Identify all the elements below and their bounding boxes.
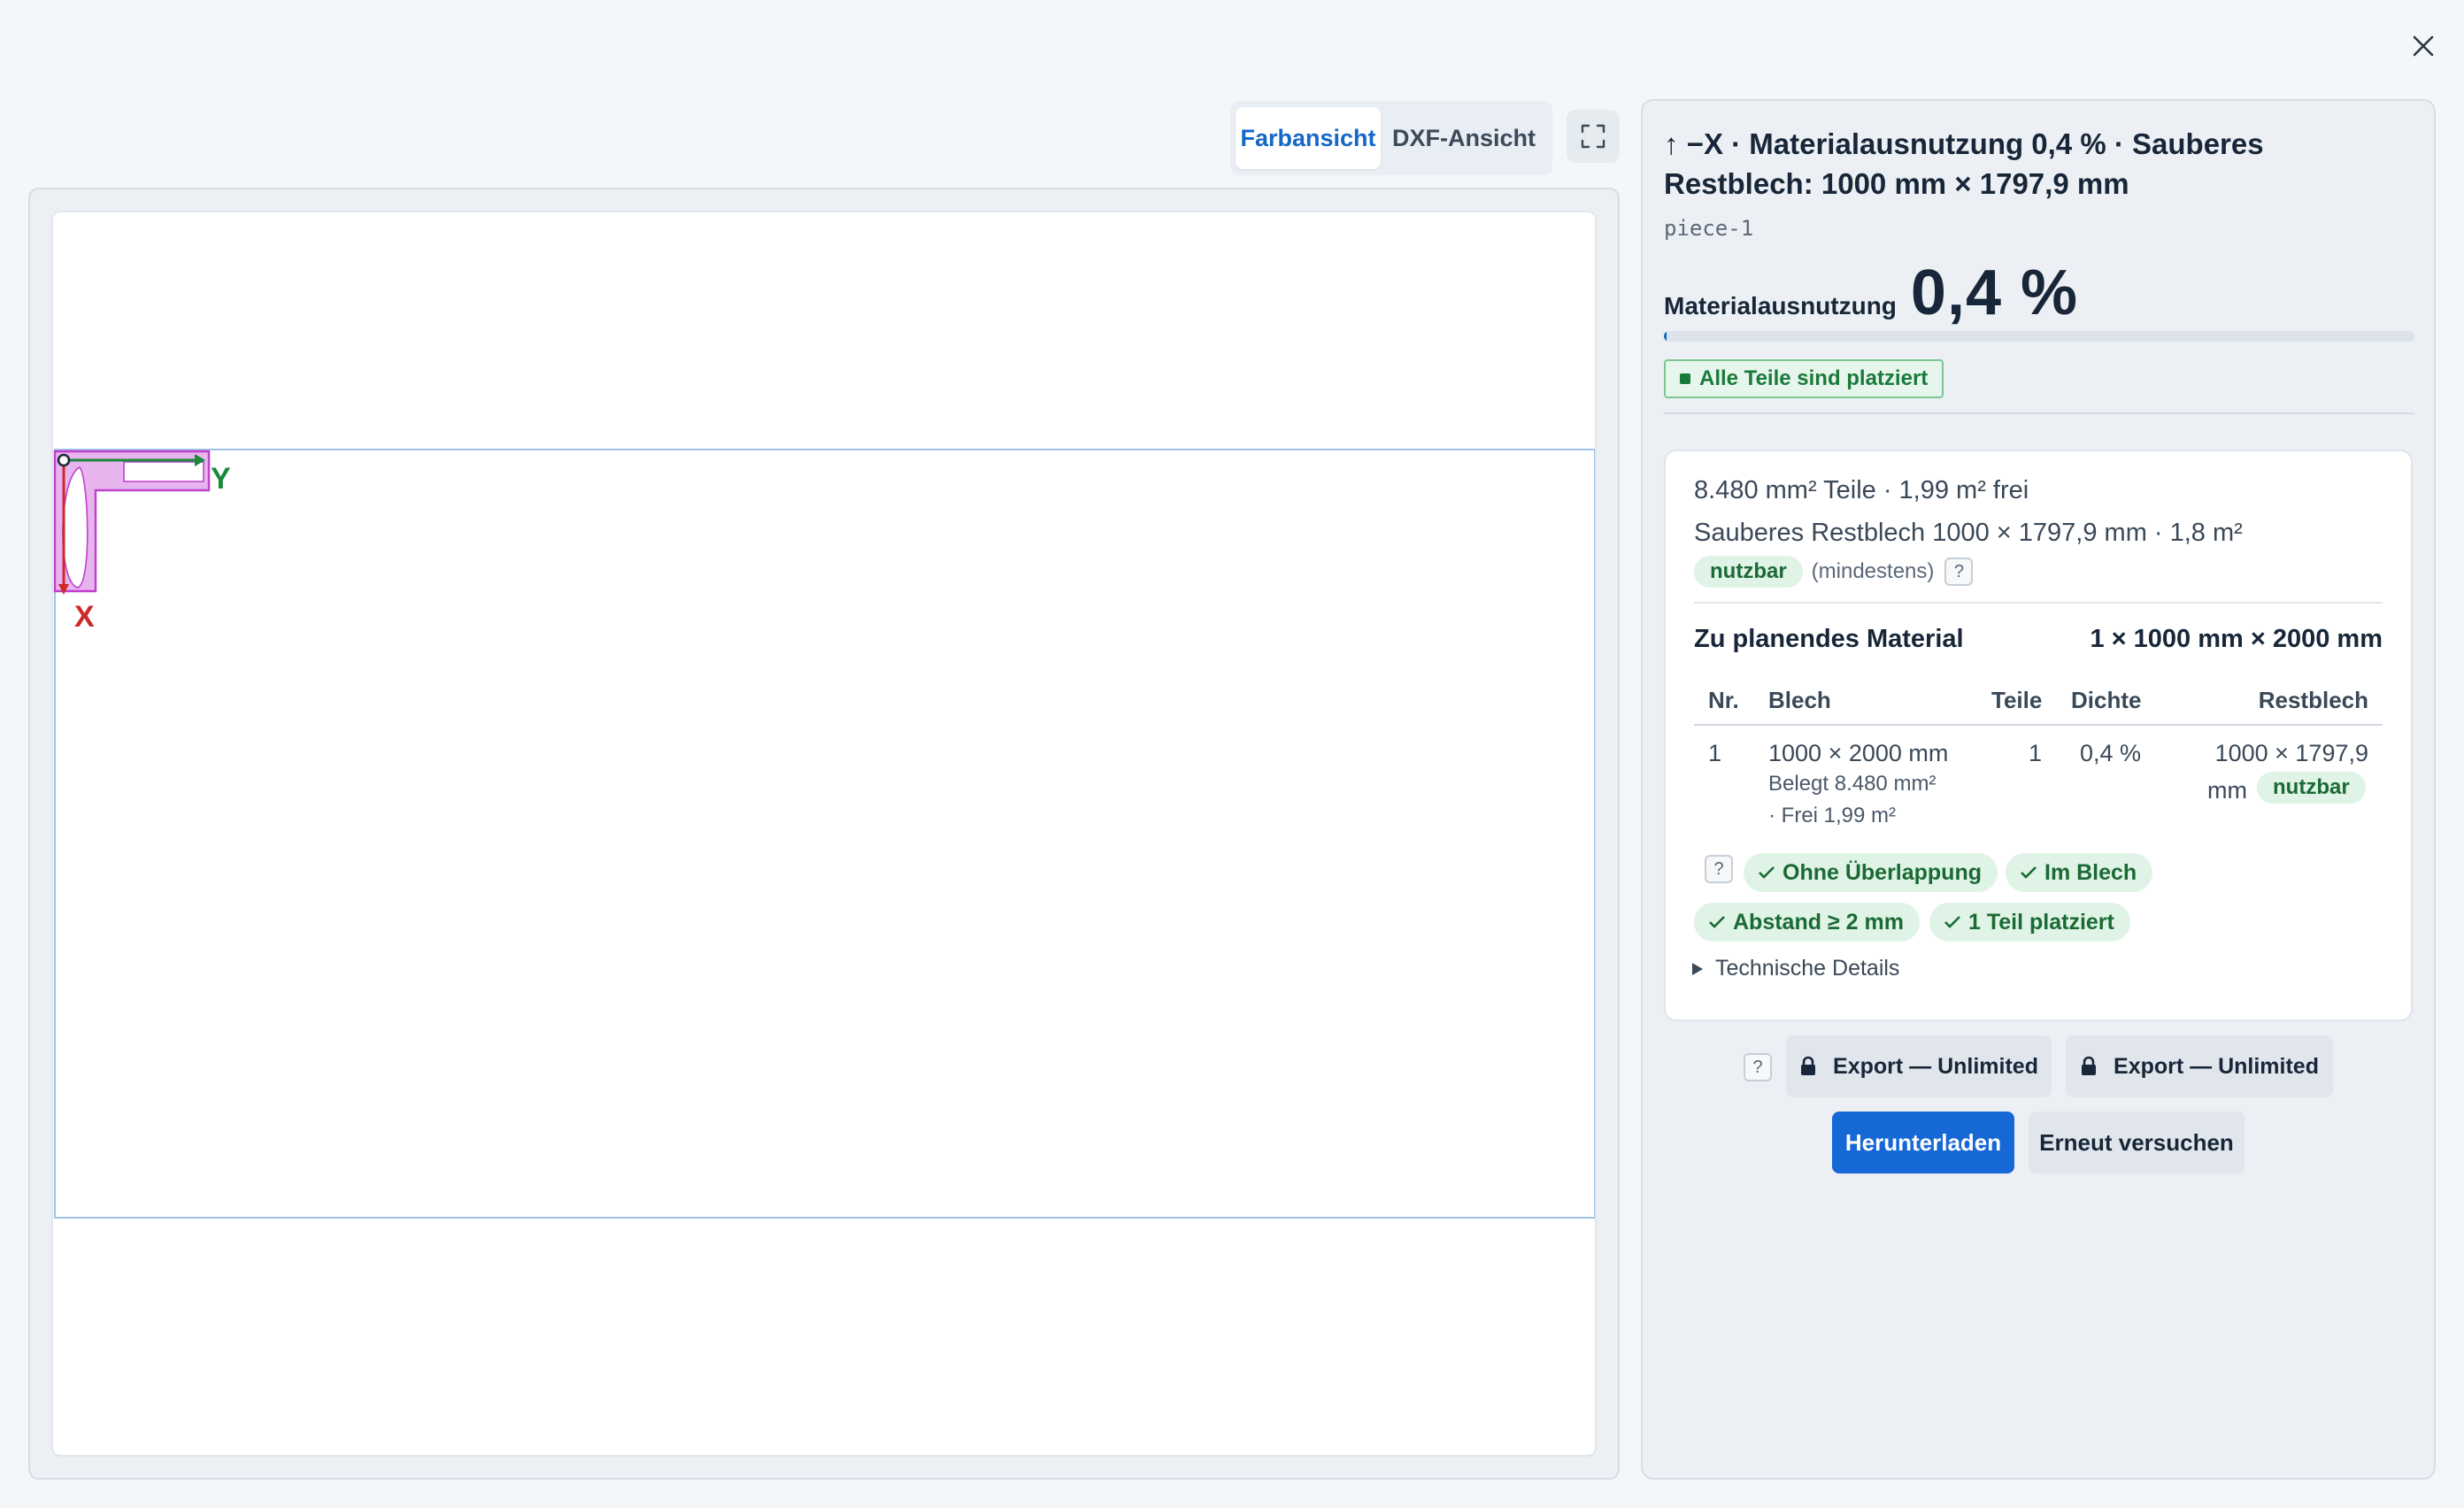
utilization-row: Materialausnutzung 0,4 % (1664, 257, 2078, 329)
status-badge: Alle Teile sind platziert (1664, 359, 1944, 398)
part-inner-contour (123, 461, 204, 482)
checks-help-button[interactable]: ? (1705, 855, 1733, 883)
lock-icon (2080, 1056, 2098, 1077)
export-help-button[interactable]: ? (1744, 1053, 1772, 1081)
row-remnant-unit: mm (2207, 777, 2247, 804)
triangle-right-icon (1692, 962, 1703, 975)
row-free: · Frei 1,99 m² (1768, 804, 1897, 827)
table-header-sheet: Blech (1768, 687, 1831, 713)
row-sheet: 1000 × 2000 mm (1768, 740, 1949, 766)
divider (1694, 602, 2383, 604)
retry-button[interactable]: Erneut versuchen (2029, 1112, 2245, 1173)
axis-x-label: X (74, 600, 95, 634)
fullscreen-icon (1581, 124, 1605, 149)
usable-badge: nutzbar (1694, 556, 1803, 588)
usable-row: nutzbar (mindestens) ? (1694, 556, 1974, 588)
table-divider (1694, 724, 2383, 726)
divider (1664, 412, 2414, 414)
row-parts: 1 (2029, 740, 2043, 766)
row-density: 0,4 % (2080, 740, 2142, 766)
check-no-overlap: Ohne Überlappung (1744, 853, 1998, 892)
status-dot-icon (1680, 373, 1690, 384)
summary-parts-free: 8.480 mm² Teile · 1,99 m² frei (1694, 476, 2029, 504)
close-button[interactable] (2402, 25, 2445, 67)
piece-id: piece-1 (1664, 216, 1754, 241)
tab-dxf-view[interactable]: DXF-Ansicht (1381, 107, 1547, 169)
utilization-label: Materialausnutzung (1664, 292, 1897, 319)
fullscreen-button[interactable] (1567, 110, 1620, 163)
utilization-bar (1664, 331, 2414, 342)
technical-details-toggle[interactable]: Technische Details (1692, 956, 1899, 981)
export-button-1[interactable]: Export — Unlimited (1786, 1035, 2052, 1097)
axis-y-label: Y (211, 462, 231, 496)
nesting-svg: Y X (53, 449, 1595, 1219)
status-badge-text: Alle Teile sind platziert (1699, 366, 1929, 390)
nesting-canvas[interactable]: Y X (51, 211, 1597, 1457)
row-nr: 1 (1708, 740, 1722, 766)
usable-help-button[interactable]: ? (1944, 558, 1974, 586)
table-header-nr: Nr. (1708, 687, 1739, 713)
check-distance: Abstand ≥ 2 mm (1694, 903, 1920, 942)
view-toggle: Farbansicht DXF-Ansicht (1230, 101, 1552, 175)
close-icon (2413, 35, 2434, 57)
row-occupied: Belegt 8.480 mm² (1768, 772, 1937, 796)
usable-note: (mindestens) (1811, 559, 1935, 583)
check-icon (2020, 866, 2037, 880)
panel-title: ↑ −X · Materialausnutzung 0,4 % · Sauber… (1664, 127, 2264, 200)
download-button[interactable]: Herunterladen (1832, 1112, 2014, 1173)
check-parts-placed: 1 Teil platziert (1929, 903, 2130, 942)
table-header-parts: Teile (1991, 687, 2043, 713)
export-button-2[interactable]: Export — Unlimited (2066, 1035, 2333, 1097)
row-remnant-badge: nutzbar (2257, 772, 2366, 804)
origin-marker (57, 453, 71, 467)
table-header-remnant: Restblech (2258, 687, 2368, 713)
tab-color-view[interactable]: Farbansicht (1236, 107, 1381, 169)
sheet-outline (54, 449, 1595, 1219)
table-header-density: Dichte (2071, 687, 2142, 713)
check-icon (1708, 915, 1726, 929)
check-in-sheet: Im Blech (2006, 853, 2153, 892)
row-remnant: 1000 × 1797,9 (2214, 740, 2368, 766)
check-icon (1944, 915, 1961, 929)
check-icon (1758, 866, 1775, 880)
utilization-value: 0,4 % (1910, 258, 2079, 328)
summary-remnant: Sauberes Restblech 1000 × 1797,9 mm · 1,… (1694, 519, 2243, 547)
lock-icon (1799, 1056, 1817, 1077)
material-value: 1 × 1000 mm × 2000 mm (2090, 625, 2383, 653)
